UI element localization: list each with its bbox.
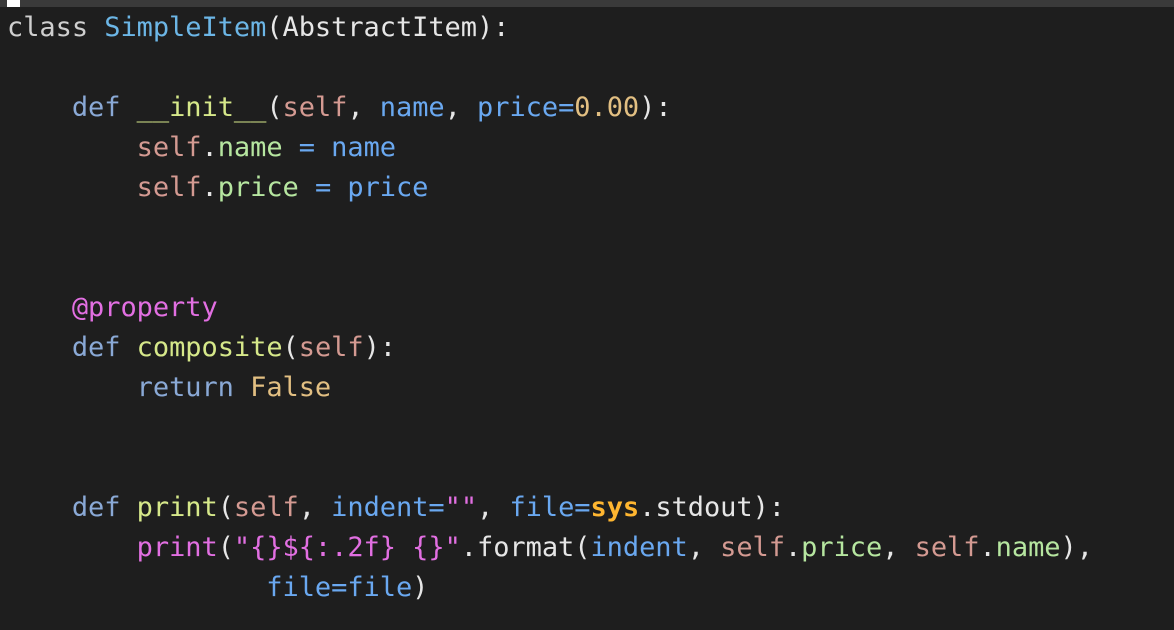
code-token: ) <box>412 572 429 603</box>
code-token: ( <box>217 532 234 563</box>
code-token: price <box>801 532 883 563</box>
code-token: self <box>233 492 299 523</box>
code-editor[interactable]: class SimpleItem(AbstractItem): def __in… <box>0 0 1174 630</box>
code-token: name <box>217 132 283 163</box>
code-token: name <box>379 92 445 123</box>
text-cursor <box>7 0 20 7</box>
code-line[interactable]: @property <box>7 288 1093 328</box>
code-token: "{}${:.2f} {}" <box>233 532 461 563</box>
code-token: indent <box>590 532 688 563</box>
code-token: self <box>298 332 364 363</box>
code-token: ), <box>1060 532 1093 563</box>
code-token: , <box>882 532 915 563</box>
code-line[interactable]: print("{}${:.2f} {}".format(indent, self… <box>7 528 1093 568</box>
code-token: 0.00 <box>574 92 640 123</box>
code-token: , <box>687 532 721 563</box>
code-token: . <box>979 532 996 563</box>
code-line[interactable] <box>7 208 1093 248</box>
code-line[interactable] <box>7 448 1093 488</box>
code-token: name <box>331 132 396 163</box>
code-token: ): <box>639 92 672 123</box>
code-line[interactable]: def print(self, indent="", file=sys.stdo… <box>7 488 1093 528</box>
code-token: "" <box>444 492 478 523</box>
code-token: self <box>136 132 202 163</box>
code-token: = <box>331 572 348 603</box>
code-line[interactable] <box>7 248 1093 288</box>
code-token: ): <box>363 332 396 363</box>
code-token: ( <box>217 492 234 523</box>
code-token: ( <box>282 332 299 363</box>
code-line[interactable]: def __init__(self, name, price=0.00): <box>7 88 1093 128</box>
code-token: , <box>444 92 478 123</box>
code-token: print <box>136 532 218 563</box>
code-line[interactable] <box>7 48 1093 88</box>
code-token: price <box>217 172 299 203</box>
code-token: self <box>720 532 785 563</box>
code-token: __init__ <box>136 92 267 123</box>
code-line[interactable]: self.name = name <box>7 128 1093 168</box>
code-token: ( <box>266 92 283 123</box>
code-area[interactable]: class SimpleItem(AbstractItem): def __in… <box>7 8 1093 608</box>
code-line[interactable]: return False <box>7 368 1093 408</box>
editor-top-bar <box>0 0 1174 7</box>
code-token: self <box>282 92 348 123</box>
code-token: def <box>71 92 121 123</box>
code-token: return <box>136 372 234 403</box>
code-token: , <box>477 492 510 523</box>
code-line[interactable]: self.price = price <box>7 168 1093 208</box>
code-line[interactable] <box>7 408 1093 448</box>
code-token: = <box>282 132 332 163</box>
code-token: . <box>201 172 218 203</box>
code-line[interactable]: file=file) <box>7 568 1093 608</box>
code-token: .stdout): <box>639 492 785 523</box>
code-token: class <box>7 12 105 43</box>
code-token: name <box>995 532 1061 563</box>
code-line[interactable]: def composite(self): <box>7 328 1093 368</box>
code-token: self <box>136 172 202 203</box>
code-token: = <box>574 492 591 523</box>
code-token: def <box>71 492 121 523</box>
code-token: def <box>71 332 121 363</box>
code-token: = <box>428 492 445 523</box>
code-token: = <box>298 172 348 203</box>
code-token: price <box>477 92 559 123</box>
code-token: composite <box>136 332 283 363</box>
code-token: . <box>784 532 802 563</box>
code-token: SimpleItem <box>104 12 267 43</box>
code-token: self <box>914 532 980 563</box>
code-token: price <box>347 172 429 203</box>
code-line[interactable]: class SimpleItem(AbstractItem): <box>7 8 1093 48</box>
code-token: = <box>558 92 575 123</box>
code-token: sys <box>590 492 640 523</box>
code-token: @property <box>71 292 218 323</box>
code-token: indent <box>331 492 429 523</box>
code-token: .format( <box>460 532 591 563</box>
code-token: file <box>509 492 575 523</box>
code-token: file <box>266 572 332 603</box>
code-token: . <box>201 132 218 163</box>
code-token: print <box>136 492 218 523</box>
code-token: , <box>347 92 380 123</box>
code-token: False <box>250 372 332 403</box>
code-token: (AbstractItem): <box>266 12 510 43</box>
code-token: file <box>347 572 413 603</box>
code-token: , <box>298 492 332 523</box>
